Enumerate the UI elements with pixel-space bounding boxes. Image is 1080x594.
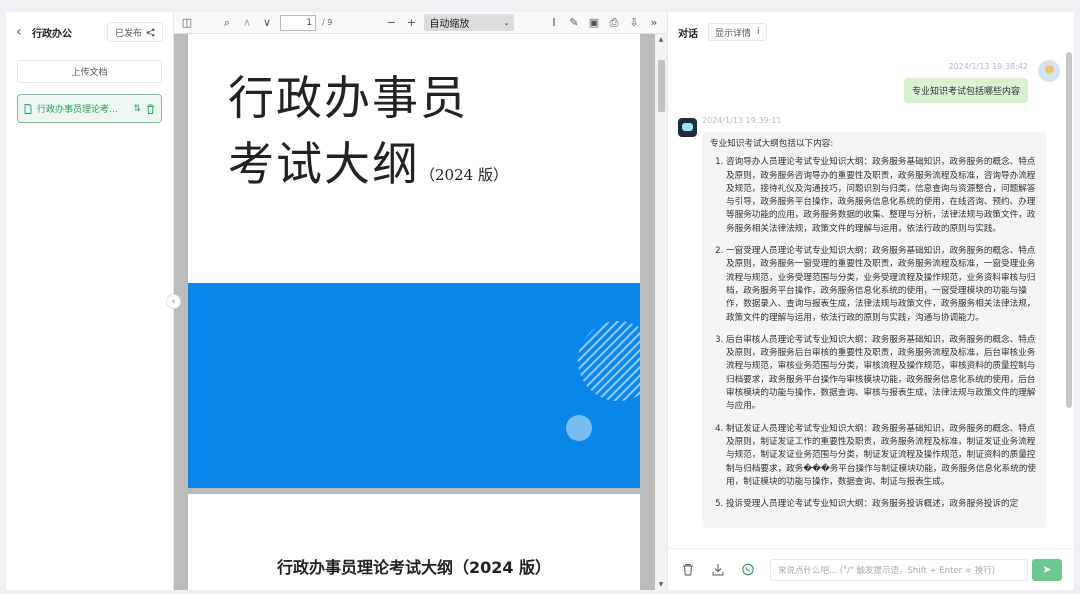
chat-scrollbar[interactable]	[1066, 52, 1072, 408]
pdf-page-2: 行政办事员理论考试大纲（2024 版）	[188, 494, 640, 590]
text-cursor-icon[interactable]: I	[547, 16, 561, 29]
bot-timestamp: 2024/1/13 19:39:11	[702, 116, 782, 125]
sidebar-toggle-icon[interactable]: ◫	[180, 16, 194, 29]
published-label: 已发布	[114, 28, 142, 39]
page2-title: 行政办事员理论考试大纲（2024 版）	[276, 558, 552, 577]
chevron-up-icon[interactable]: ∧	[240, 16, 254, 29]
pdf-viewer: ◫ ⌕ ∧ ∨ 1 / 9 − + 自动缩放 ⌄ I ✎ ▣ ⎙ ⇩ » 行政办…	[174, 12, 668, 590]
published-button[interactable]: 已发布	[106, 22, 163, 42]
document-name: 行政办事员理论考…	[37, 105, 119, 115]
chat-input-bar: 来说点什么吧... ("/" 触发提示语，Shift + Enter = 换行)…	[668, 548, 1074, 590]
trash-icon[interactable]	[146, 104, 155, 114]
send-button[interactable]: ➤	[1032, 558, 1062, 581]
whatsapp-icon[interactable]	[740, 563, 756, 576]
pen-icon[interactable]: ✎	[567, 16, 581, 29]
zoom-in-icon[interactable]: +	[404, 16, 418, 29]
app-frame: ‹ 行政办公 已发布 上传文档 行政办事员理论考… ⇅ ‹ ◫ ⌕ ∧ ∨ 1 …	[6, 12, 1074, 590]
zoom-label: 自动缩放	[429, 19, 470, 30]
image-icon[interactable]: ▣	[587, 16, 601, 29]
pdf-scrollbar[interactable]: ▲ ▼	[655, 34, 667, 590]
file-icon	[24, 103, 32, 114]
dropdown-arrow-icon: ⌄	[503, 18, 510, 27]
page-total: / 9	[322, 18, 333, 27]
show-details-label: 显示详情	[715, 28, 752, 39]
user-message: 专业知识考试包括哪些内容	[903, 78, 1028, 103]
collapse-sidebar-button[interactable]: ‹	[166, 294, 181, 309]
delete-icon[interactable]	[680, 563, 696, 576]
sidebar-header: ‹ 行政办公 已发布	[6, 12, 173, 52]
bot-avatar	[678, 118, 697, 137]
pdf-scroll-thumb[interactable]	[658, 60, 665, 112]
bot-item: 投诉受理人员理论考试专业知识大纲：政务服务投诉概述，政务服务投诉的定	[726, 498, 1038, 511]
pdf-page-1: 行政办事员 考试大纲（2024 版）	[188, 34, 640, 488]
document-sidebar: ‹ 行政办公 已发布 上传文档 行政办事员理论考… ⇅	[6, 12, 174, 590]
chevron-left-icon: ‹	[171, 296, 176, 307]
zoom-select[interactable]: 自动缩放 ⌄	[424, 14, 515, 31]
bot-item: 咨询导办人员理论考试专业知识大纲：政务服务基础知识，政务服务的概念、特点及原则，…	[726, 156, 1038, 236]
upload-document-button[interactable]: 上传文档	[17, 60, 162, 83]
zoom-out-icon[interactable]: −	[384, 16, 398, 29]
chevron-down-icon[interactable]: ∨	[260, 16, 274, 29]
cover-title-main: 考试大纲	[228, 137, 420, 191]
message-list[interactable]: 2024/1/13 19:38:42 专业知识考试包括哪些内容 2024/1/1…	[668, 52, 1060, 548]
cover-decoration	[566, 321, 640, 441]
download-icon[interactable]	[710, 563, 726, 576]
info-icon: i	[757, 27, 760, 37]
cover-blue-band	[188, 283, 640, 488]
show-details-button[interactable]: 显示详情 i	[708, 23, 767, 41]
bot-item: 后台审核人员理论考试专业知识大纲：政务服务基础知识，政务服务的概念、特点及原则，…	[726, 334, 1038, 414]
bot-message: 专业知识考试大纲包括以下内容: 咨询导办人员理论考试专业知识大纲：政务服务基础知…	[702, 132, 1046, 529]
share-icon	[146, 28, 155, 36]
swap-icon[interactable]: ⇅	[133, 104, 141, 114]
document-list-item[interactable]: 行政办事员理论考… ⇅	[17, 94, 162, 123]
save-icon[interactable]: ⇩	[627, 16, 641, 29]
print-icon[interactable]: ⎙	[607, 16, 621, 30]
pdf-pages[interactable]: 行政办事员 考试大纲（2024 版） 行政办事员理论考试大纲（2024 版）	[174, 34, 656, 590]
bot-item: 制证发证人员理论考试专业知识大纲：政务服务基础知识，政务服务的概念、特点及原则，…	[726, 423, 1038, 489]
chat-input[interactable]: 来说点什么吧... ("/" 触发提示语，Shift + Enter = 换行)	[770, 558, 1028, 581]
bot-item-list: 咨询导办人员理论考试专业知识大纲：政务服务基础知识，政务服务的概念、特点及原则，…	[710, 156, 1038, 511]
back-icon[interactable]: ‹	[16, 24, 32, 40]
cover-year: （2024 版）	[420, 166, 508, 184]
user-avatar	[1038, 60, 1060, 82]
chat-title: 对话	[678, 28, 698, 40]
bot-intro: 专业知识考试大纲包括以下内容:	[710, 139, 834, 149]
page-number-input[interactable]: 1	[280, 14, 316, 31]
more-tools-icon[interactable]: »	[647, 16, 661, 29]
bot-item: 一窗受理人员理论考试专业知识大纲：政务服务基础知识，政务服务的概念、特点及原则，…	[726, 245, 1038, 325]
chat-header: 对话 显示详情 i	[668, 12, 1074, 52]
scroll-up-icon[interactable]: ▲	[655, 36, 667, 43]
workspace-title: 行政办公	[32, 28, 72, 40]
send-icon: ➤	[1042, 563, 1052, 576]
user-timestamp: 2024/1/13 19:38:42	[948, 62, 1029, 71]
scroll-down-icon[interactable]: ▼	[655, 581, 667, 588]
pdf-toolbar: ◫ ⌕ ∧ ∨ 1 / 9 − + 自动缩放 ⌄ I ✎ ▣ ⎙ ⇩ »	[174, 12, 667, 34]
chat-panel: 对话 显示详情 i 2024/1/13 19:38:42 专业知识考试包括哪些内…	[668, 12, 1074, 590]
cover-title-line2: 考试大纲（2024 版）	[228, 128, 508, 194]
search-icon[interactable]: ⌕	[220, 16, 234, 30]
cover-title-line1: 行政办事员	[228, 71, 468, 125]
